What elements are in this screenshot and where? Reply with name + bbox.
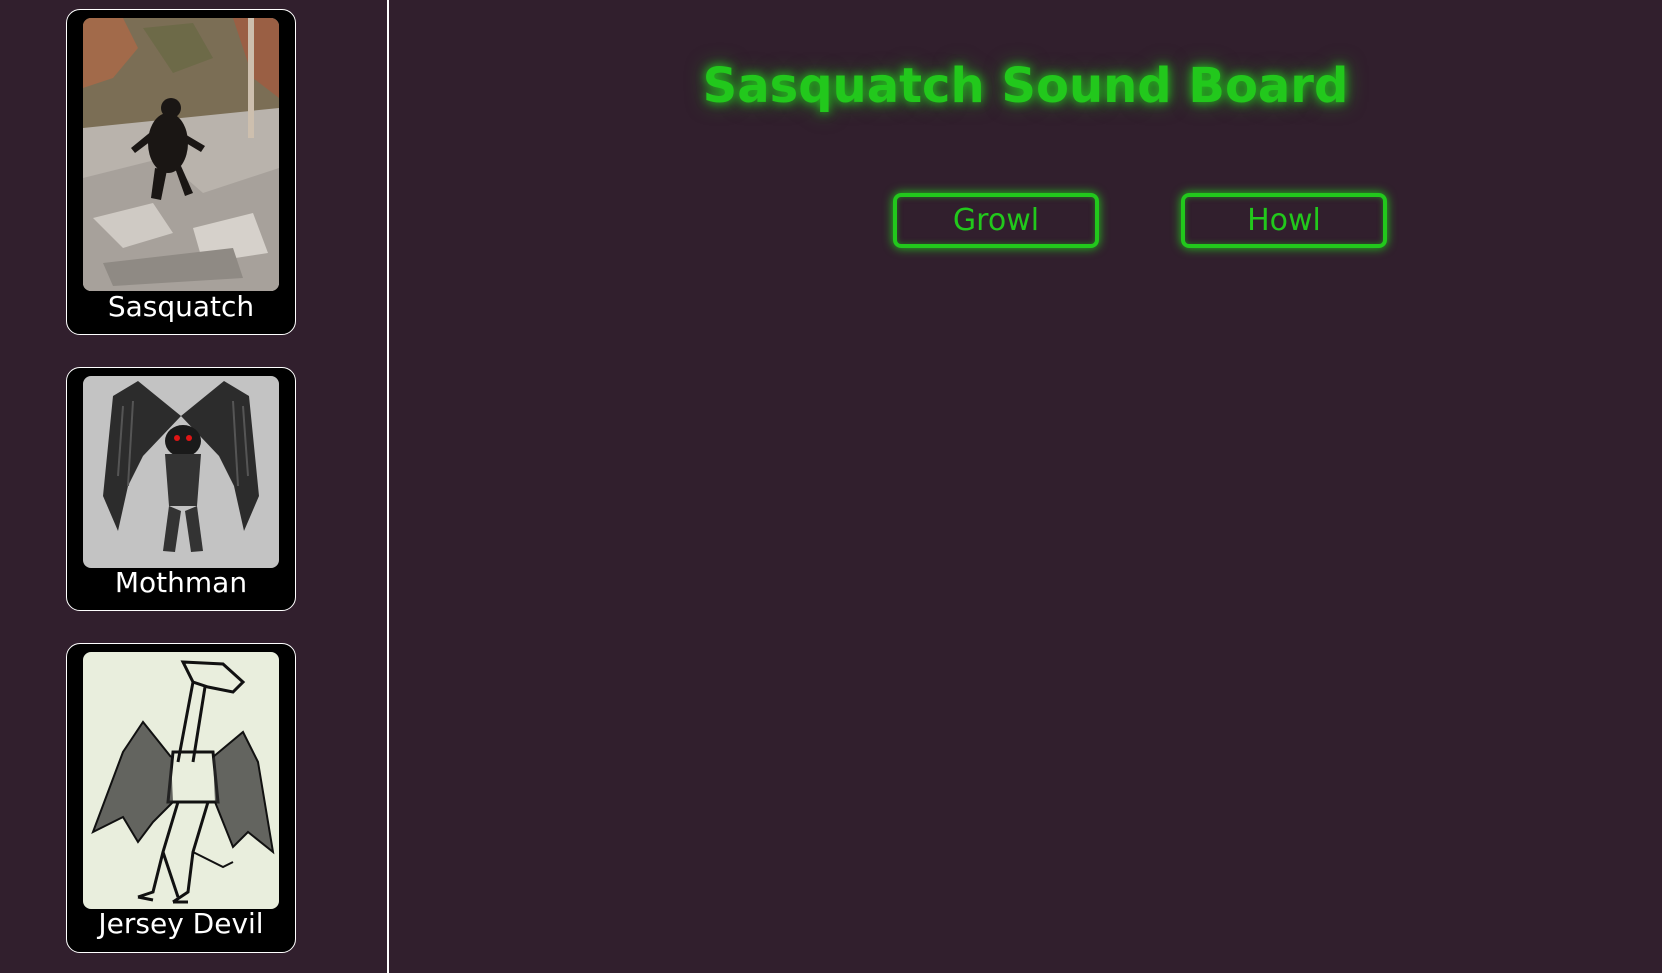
mothman-image	[83, 376, 279, 568]
howl-button[interactable]: Howl	[1181, 193, 1387, 248]
page-title: Sasquatch Sound Board	[702, 58, 1349, 114]
sound-board-panel: Sasquatch Sound Board Growl Howl	[389, 0, 1662, 973]
creature-sidebar: Sasquatch Mothman Jersey Devil	[0, 0, 389, 973]
sasquatch-image	[83, 18, 279, 291]
creature-name: Mothman	[114, 566, 248, 599]
creature-name: Sasquatch	[107, 290, 255, 323]
creature-card-jersey-devil[interactable]: Jersey Devil	[66, 643, 296, 953]
creature-name: Jersey Devil	[98, 907, 264, 940]
growl-button[interactable]: Growl	[893, 193, 1099, 248]
creature-card-sasquatch[interactable]: Sasquatch	[66, 9, 296, 335]
jersey-devil-image	[83, 652, 279, 909]
creature-card-mothman[interactable]: Mothman	[66, 367, 296, 611]
